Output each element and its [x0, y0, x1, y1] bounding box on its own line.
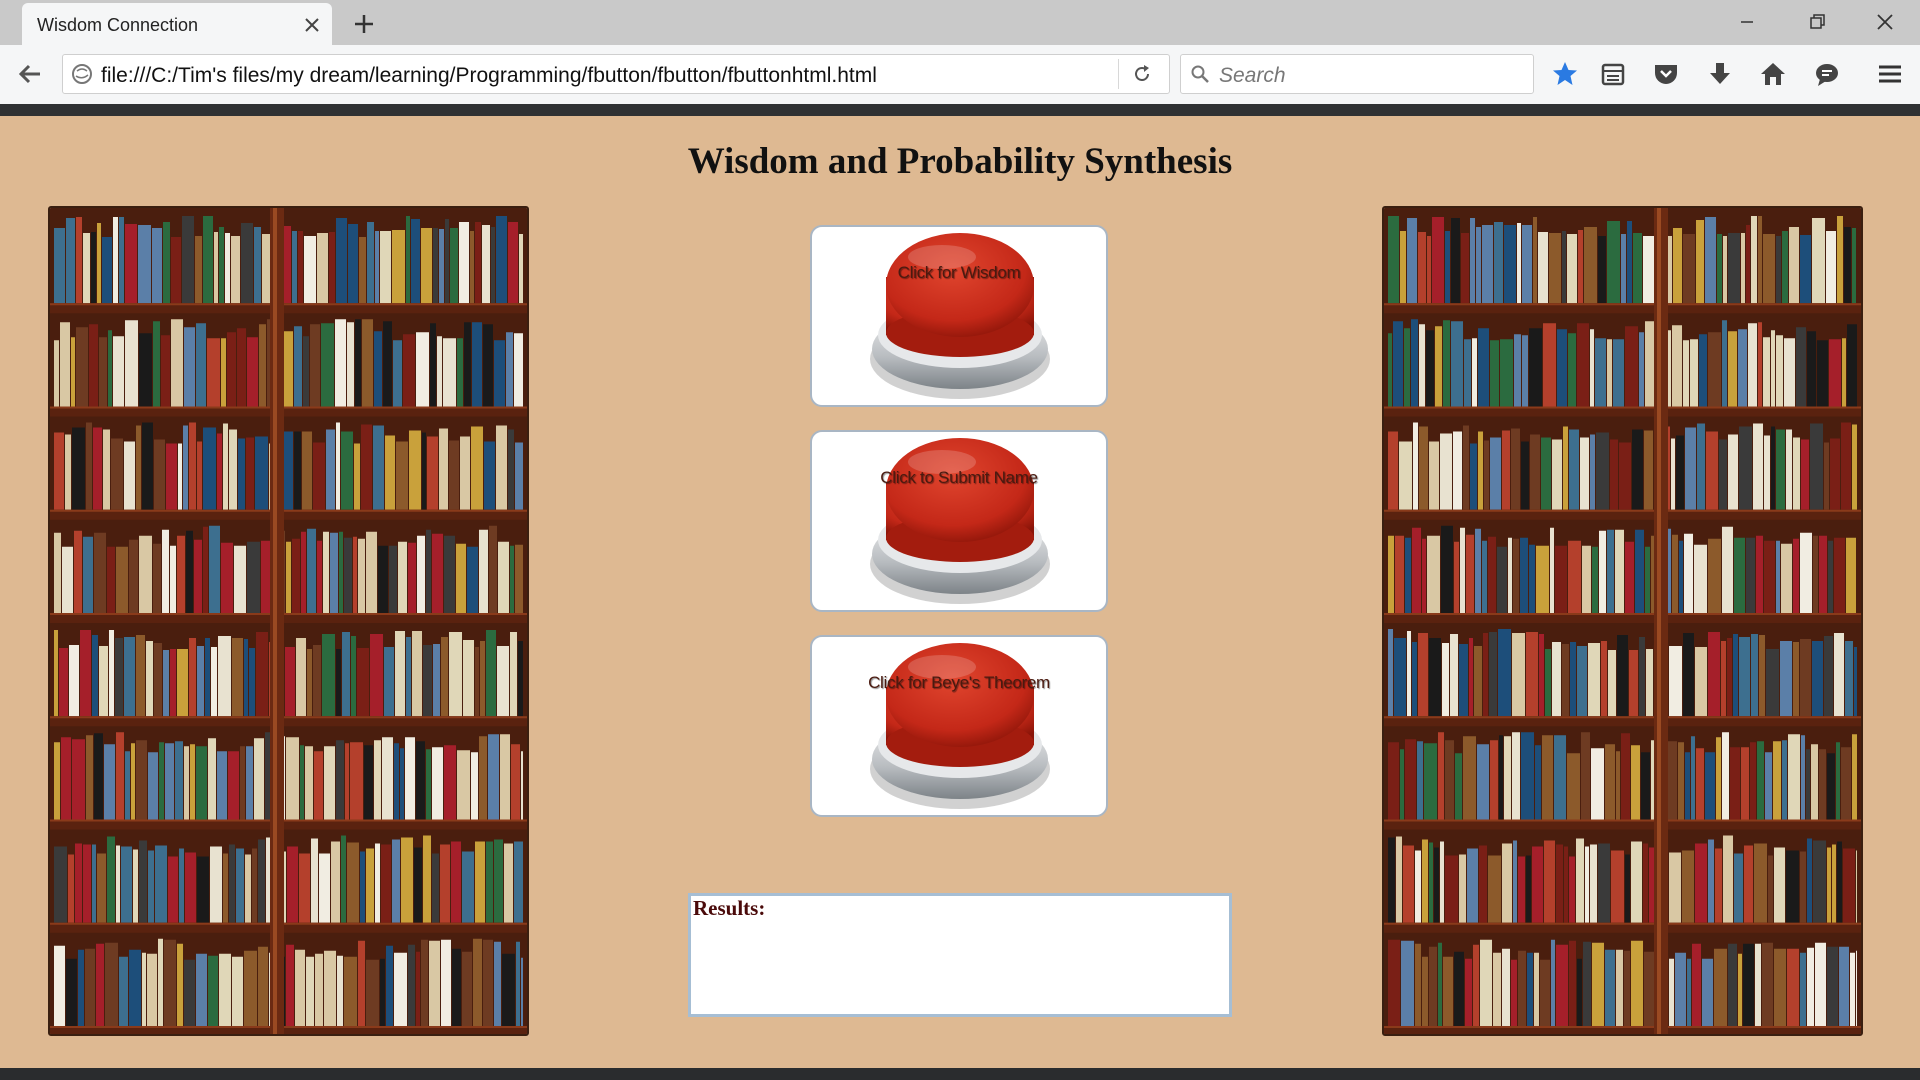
- results-label: Results:: [693, 896, 766, 920]
- new-tab-icon[interactable]: [350, 10, 378, 38]
- tab-title: Wisdom Connection: [37, 15, 199, 35]
- download-icon[interactable]: [1705, 59, 1735, 89]
- reload-icon[interactable]: [1131, 63, 1153, 85]
- url-text[interactable]: file:///C:/Tim's files/my dream/learning…: [101, 64, 877, 88]
- pocket-icon[interactable]: [1651, 59, 1681, 89]
- tab-bar: Wisdom Connection: [0, 0, 1920, 46]
- submit-name-button[interactable]: Click to Submit Name: [810, 430, 1108, 612]
- red-button-icon: [870, 438, 1050, 604]
- url-divider: [1118, 59, 1119, 89]
- back-icon[interactable]: [15, 59, 45, 89]
- bookmark-star-icon[interactable]: [1550, 59, 1580, 89]
- home-icon[interactable]: [1758, 59, 1788, 89]
- submit-name-button-label: Click to Submit Name: [880, 468, 1038, 487]
- red-button-icon: [870, 643, 1050, 809]
- bookshelf-image-left: [48, 206, 529, 1036]
- chat-icon[interactable]: [1812, 59, 1842, 89]
- bookshelf-image-right: [1382, 206, 1863, 1036]
- minimize-icon[interactable]: [1730, 8, 1764, 36]
- close-icon[interactable]: [1868, 8, 1902, 36]
- browser-tab[interactable]: Wisdom Connection: [22, 3, 332, 46]
- search-icon: [1191, 65, 1209, 83]
- navigation-bar: file:///C:/Tim's files/my dream/learning…: [0, 45, 1920, 105]
- reading-list-icon[interactable]: [1598, 59, 1628, 89]
- url-bar[interactable]: file:///C:/Tim's files/my dream/learning…: [62, 54, 1170, 94]
- wisdom-button-label: Click for Wisdom: [897, 263, 1021, 282]
- bayes-theorem-button[interactable]: Click for Beye's Theorem: [810, 635, 1108, 817]
- red-button-icon: [870, 233, 1050, 399]
- search-bar[interactable]: Search: [1180, 54, 1534, 94]
- results-box: Results:: [688, 893, 1232, 1017]
- tab-close-icon[interactable]: [300, 13, 324, 37]
- bayes-theorem-button-label: Click for Beye's Theorem: [868, 673, 1050, 692]
- menu-icon[interactable]: [1875, 59, 1905, 89]
- info-icon[interactable]: [71, 63, 93, 85]
- page-title: Wisdom and Probability Synthesis: [687, 141, 1233, 182]
- restore-icon[interactable]: [1800, 8, 1834, 36]
- wisdom-button[interactable]: Click for Wisdom: [810, 225, 1108, 407]
- bottom-border: [0, 1068, 1920, 1080]
- search-input[interactable]: Search: [1219, 64, 1286, 88]
- toolbar-border: [0, 104, 1920, 116]
